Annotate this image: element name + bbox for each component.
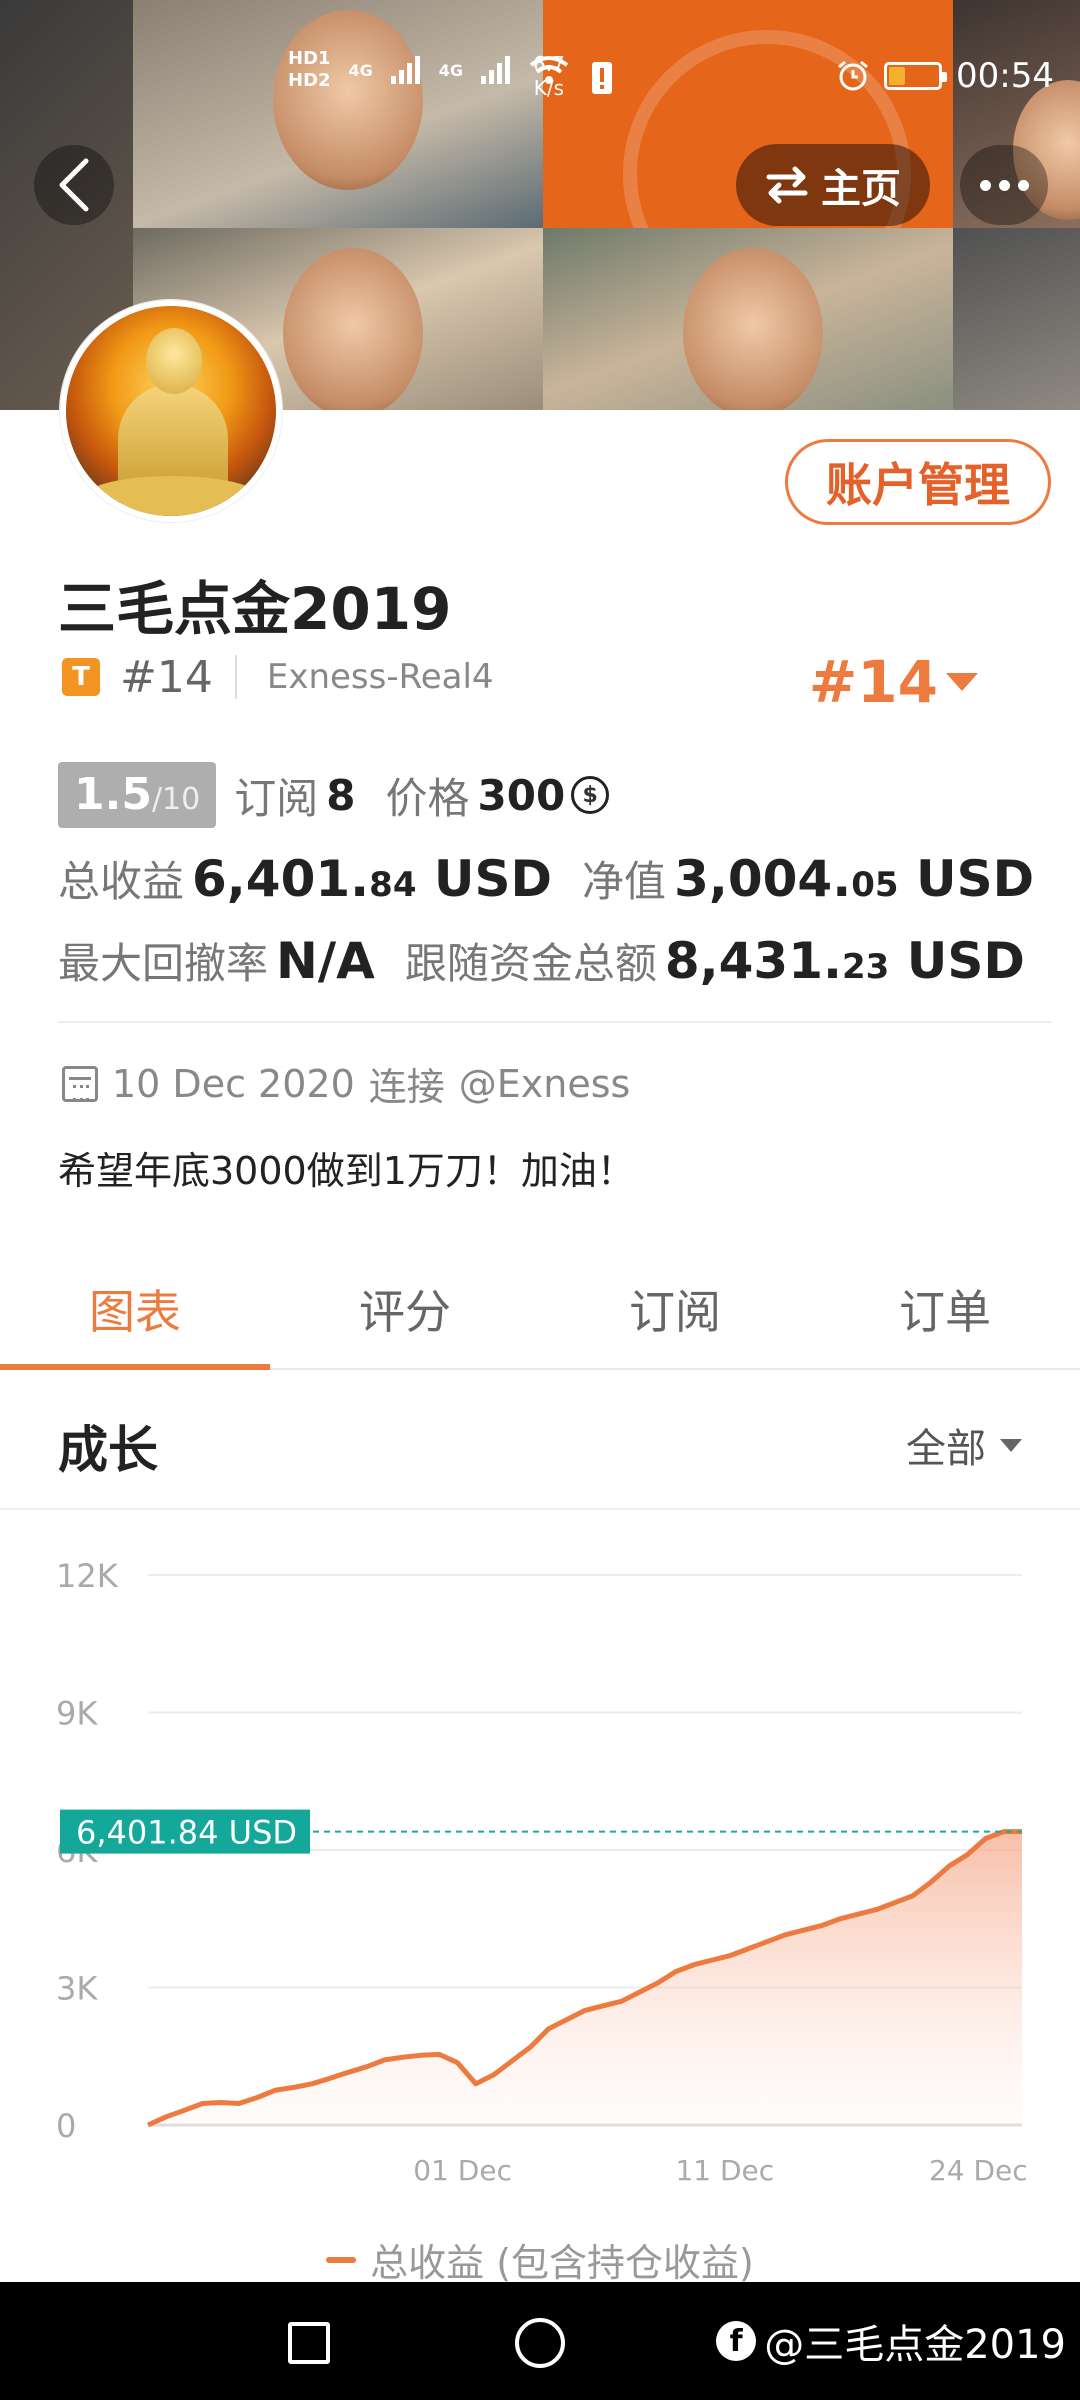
trader-badge: T [62,658,100,696]
legend-swatch [326,2256,357,2263]
stats-row-1: 1.5 /10 订阅 8 价格 300 $ [58,762,610,828]
legend-label: 总收益 (包含持仓收益) [370,2241,754,2285]
watermark-text: @三毛点金2019 [764,2322,1066,2368]
equity-label: 净值 [582,857,667,906]
growth-chart-svg: 12K9K6K3K06,401.84 USD01 Dec11 Dec24 Dec [56,1557,1028,2187]
y-tick-label: 12K [56,1557,119,1595]
watermark: f @三毛点金2019 [716,2312,1066,2370]
rank-row: T #14 Exness-Real4 #14 [62,648,1032,716]
connect-date: 10 Dec 2020 [112,1061,355,1106]
score-max: /10 [151,782,201,817]
tab-rating[interactable]: 评分 [270,1250,540,1368]
home-label: 主页 [821,166,901,212]
x-tick-label: 24 Dec [929,2154,1028,2187]
growth-header: 成长 全部 [0,1372,1080,1510]
range-filter[interactable]: 全部 [906,1416,1022,1474]
equity-value: 3,004.05 USD [674,850,1035,908]
more-dot-icon [1017,179,1029,191]
y-tick-label: 0 [56,2107,76,2145]
network-speed: 6.7 K/s [533,52,565,100]
y-tick-label: 3K [56,1970,98,2008]
broker-link[interactable]: @Exness [459,1062,631,1106]
tab-chart[interactable]: 图表 [0,1250,270,1370]
speed-unit: K/s [533,76,565,100]
signal-icon [390,56,420,84]
more-button[interactable] [960,145,1048,225]
calendar-icon [62,1065,98,1102]
total-profit-value: 6,401.84 USD [192,850,553,908]
status-right: 00:54 [836,56,1054,96]
drawdown-label: 最大回撤率 [58,939,269,988]
profile-bio: 希望年底3000做到1万刀！加油！ [58,1149,635,1193]
x-tick-label: 11 Dec [675,2154,774,2187]
follow-funds-label: 跟随资金总额 [404,939,657,988]
tab-bar: 图表 评分 订阅 订单 [0,1250,1080,1370]
profile-name: 三毛点金2019 [58,575,452,643]
stats-row-2: 总收益 6,401.84 USD 净值 3,004.05 USD [58,848,1034,912]
network-indicators: HD1 HD2 4G 4G [288,48,569,92]
cover-tile [543,228,953,410]
more-dot-icon [979,179,991,191]
account-manage-button[interactable]: 账户管理 [785,439,1051,525]
subscribe-count: 8 [326,770,356,820]
current-value-label: 6,401.84 USD [76,1814,297,1852]
caret-down-icon [946,673,978,691]
price-label: 价格 [385,773,470,823]
battery-icon [884,62,948,90]
chart-legend: 总收益 (包含持仓收益) [0,2232,1080,2287]
system-nav-bar: f @三毛点金2019 [0,2282,1080,2400]
net2-label: 4G [438,60,464,80]
alarm-icon [838,60,868,91]
avatar-figure-base [86,476,258,516]
signal-icon [481,56,511,84]
tab-subscribe[interactable]: 订阅 [540,1250,810,1368]
score-badge: 1.5 /10 [58,762,217,828]
avatar[interactable] [60,300,282,522]
y-tick-label: 9K [56,1695,98,1733]
x-tick-label: 01 Dec [413,2154,512,2187]
subscribe-label: 订阅 [234,773,319,823]
coin-icon: $ [571,776,610,814]
recent-apps-button[interactable] [288,2322,330,2364]
rank-dropdown[interactable]: #14 [809,648,978,716]
range-filter-label: 全部 [906,1426,986,1472]
tab-orders[interactable]: 订单 [810,1250,1080,1368]
status-bar: HD1 HD2 4G 4G 6.7 K/s 00:54 [0,0,1080,150]
divider [58,1021,1052,1023]
back-button[interactable] [34,145,114,225]
connect-label: 连接 [368,1065,445,1109]
caret-down-icon [1000,1438,1022,1452]
hd2-label: HD2 [288,70,331,91]
section-title: 成长 [58,1421,158,1479]
rank-big: #14 [808,648,938,716]
cover-tile [953,228,1080,410]
home-nav-button[interactable] [515,2318,565,2368]
total-profit-label: 总收益 [58,857,185,906]
alert-icon [592,62,612,94]
follow-funds-value: 8,431.23 USD [664,932,1025,990]
connect-info: 10 Dec 2020 连接 @Exness [62,1056,630,1111]
drawdown-value: N/A [276,932,375,990]
series-area [148,1831,1022,2125]
net1-label: 4G [348,60,373,80]
growth-chart: 12K9K6K3K06,401.84 USD01 Dec11 Dec24 Dec [0,1510,1080,2290]
chevron-left-icon [59,158,89,212]
facebook-icon: f [716,2321,757,2361]
speed-value: 6.7 [533,52,565,76]
stats-row-3: 最大回撤率 N/A 跟随资金总额 8,431.23 USD [58,930,1025,994]
swap-icon [766,166,808,204]
server-name: Exness-Real4 [266,657,494,697]
divider [234,655,237,699]
rank-small: #14 [120,651,213,703]
clock: 00:54 [956,56,1054,96]
hd1-label: HD1 [288,48,331,69]
more-dot-icon [998,179,1010,191]
avatar-figure-head [146,328,202,394]
score-value: 1.5 [74,769,152,820]
price-value: 300 [477,770,566,820]
home-button[interactable]: 主页 [736,144,930,226]
